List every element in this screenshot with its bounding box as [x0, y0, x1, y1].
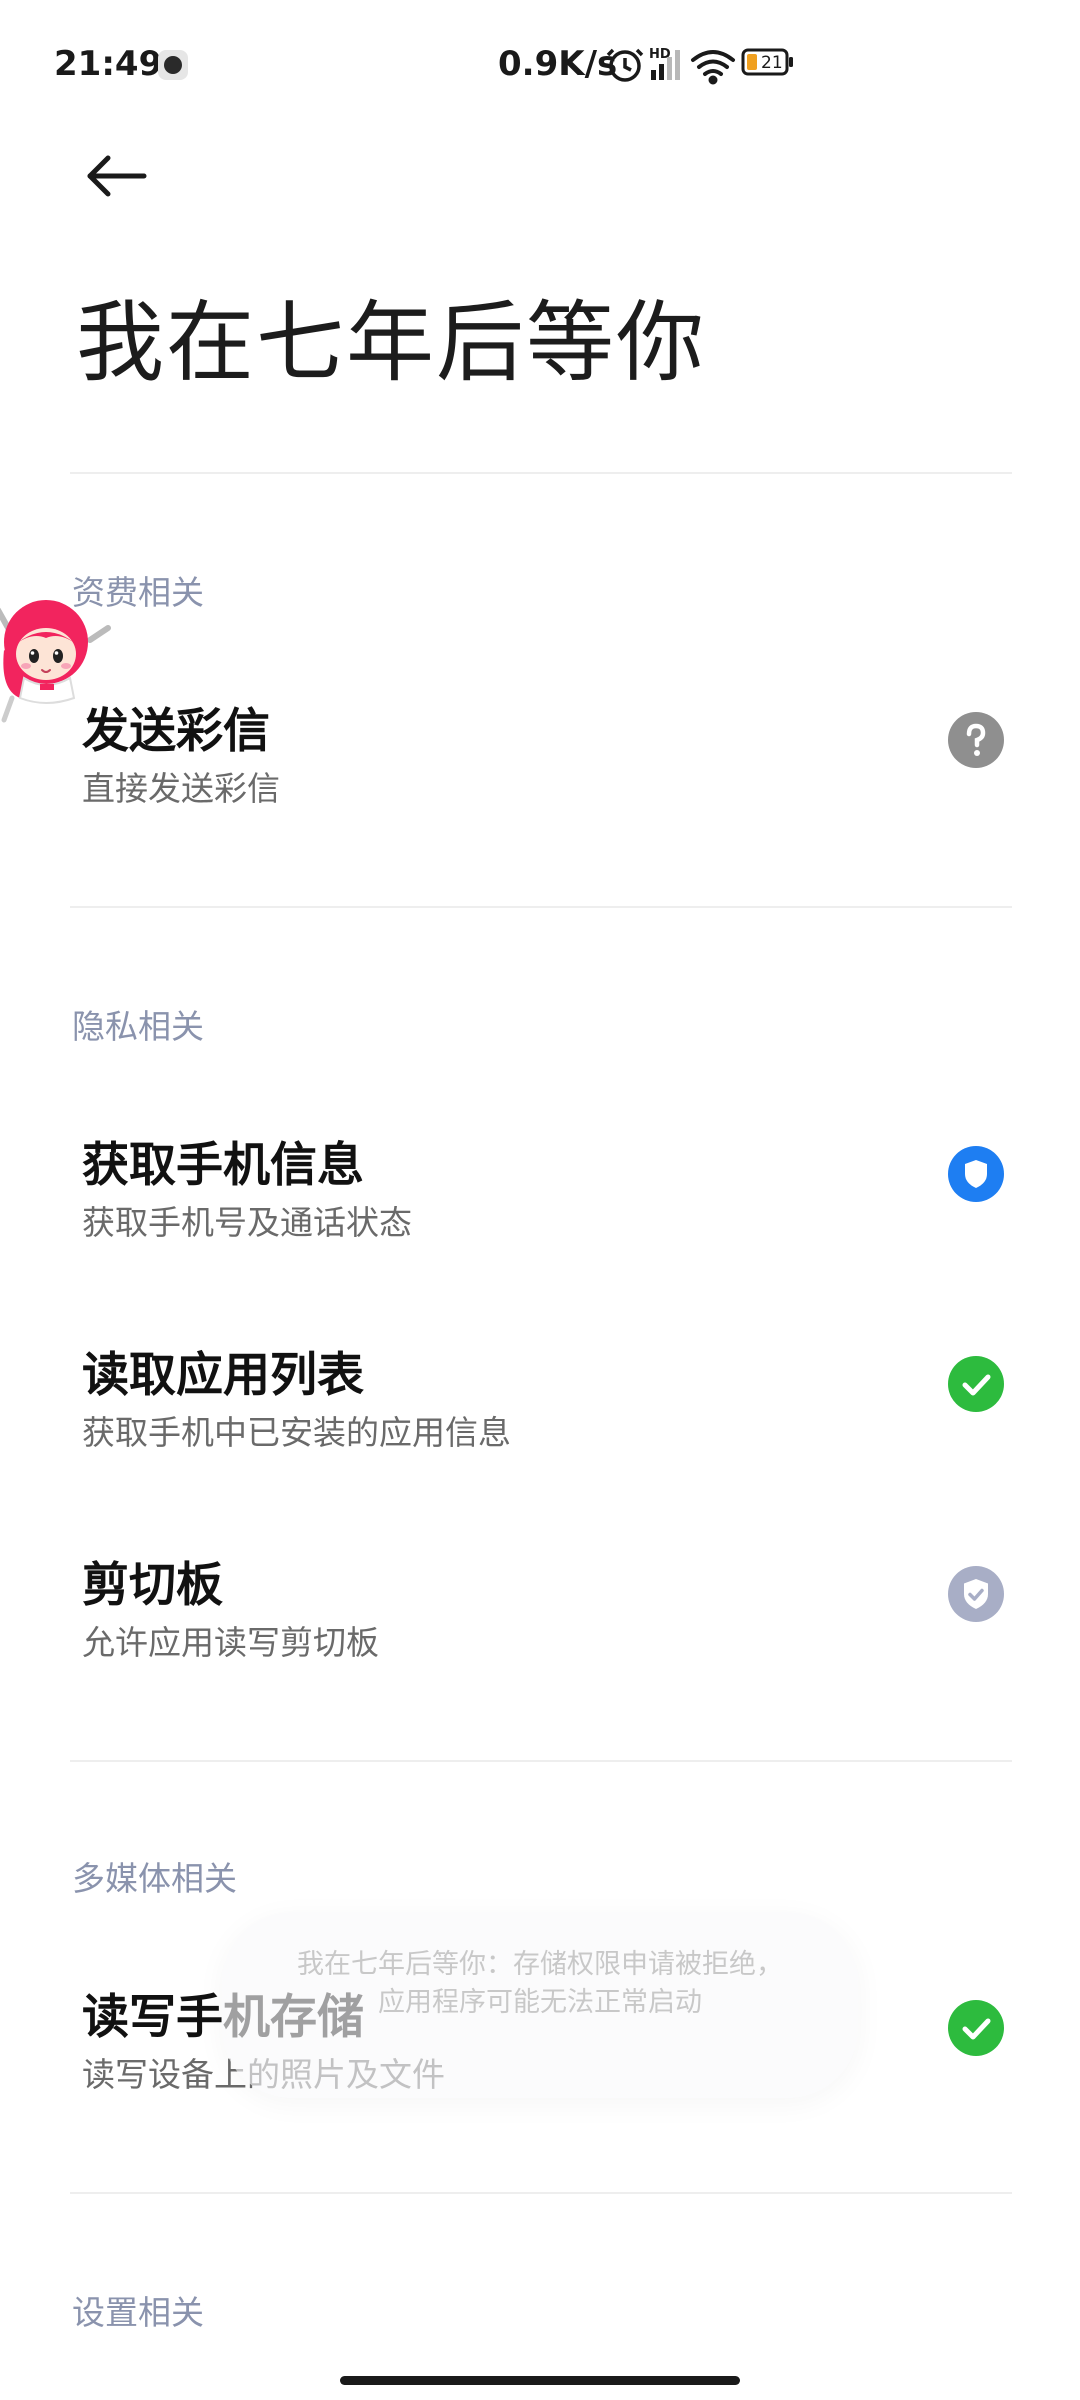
divider	[70, 472, 1012, 474]
battery-level: 21	[761, 53, 783, 73]
shield-icon	[965, 1160, 987, 1188]
status-icons: HD 21	[606, 47, 793, 85]
perm-item-app-list[interactable]: 读取应用列表 获取手机中已安装的应用信息	[0, 1336, 1080, 1496]
perm-status-allowed[interactable]	[948, 2000, 1004, 2056]
divider	[70, 2192, 1012, 2194]
perm-title: 获取手机信息	[82, 1138, 364, 1193]
toast-line-2: 应用程序可能无法正常启动	[378, 1987, 702, 2018]
notification-app-icon	[158, 50, 188, 80]
status-time: 21:49	[54, 44, 163, 84]
perm-desc: 允许应用读写剪切板	[82, 1623, 379, 1662]
page-title: 我在七年后等你	[76, 291, 707, 394]
back-button[interactable]	[78, 140, 158, 220]
perm-status-allowed-in-use[interactable]	[948, 1566, 1004, 1622]
perm-status-allowed[interactable]	[948, 1356, 1004, 1412]
check-icon	[962, 2018, 991, 2040]
network-speed: 0.9K/s	[498, 44, 618, 84]
perm-desc: 直接发送彩信	[82, 769, 280, 808]
divider	[70, 906, 1012, 908]
home-indicator[interactable]	[340, 2376, 740, 2385]
perm-title: 读取应用列表	[82, 1348, 364, 1403]
toast-line-1: 我在七年后等你：存储权限申请被拒绝，	[297, 1949, 783, 1980]
perm-title: 剪切板	[82, 1558, 223, 1613]
check-icon	[962, 1374, 991, 1396]
perm-desc: 获取手机号及通话状态	[82, 1203, 412, 1242]
divider	[70, 1760, 1012, 1762]
section-header-settings: 设置相关	[72, 2293, 204, 2332]
back-arrow-icon	[87, 155, 147, 197]
section-header-multimedia: 多媒体相关	[72, 1859, 237, 1898]
shield-check-icon	[964, 1579, 988, 1609]
perm-item-phone-info[interactable]: 获取手机信息 获取手机号及通话状态	[0, 1126, 1080, 1286]
status-bar: 21:49 0.9K/s HD 21	[0, 0, 1080, 120]
section-header-privacy: 隐私相关	[72, 1007, 204, 1046]
toast-message: 我在七年后等你：存储权限申请被拒绝， 应用程序可能无法正常启动	[222, 1912, 858, 2098]
perm-desc: 获取手机中已安装的应用信息	[82, 1413, 511, 1452]
perm-status-ask[interactable]	[948, 1146, 1004, 1202]
wifi-icon	[691, 50, 735, 85]
perm-item-send-mms[interactable]: 发送彩信 直接发送彩信	[0, 692, 1080, 852]
perm-item-clipboard[interactable]: 剪切板 允许应用读写剪切板	[0, 1546, 1080, 1706]
permission-settings-screen: 21:49 0.9K/s HD 21 我在七年后等你 资费相关 发送彩信 直接发…	[0, 0, 1080, 2400]
alarm-icon	[606, 48, 644, 82]
perm-status-unknown[interactable]	[948, 712, 1004, 768]
battery-icon: 21	[741, 48, 793, 76]
question-icon	[966, 723, 986, 756]
floating-mascot[interactable]	[0, 580, 120, 730]
mascot-icon	[0, 600, 111, 723]
